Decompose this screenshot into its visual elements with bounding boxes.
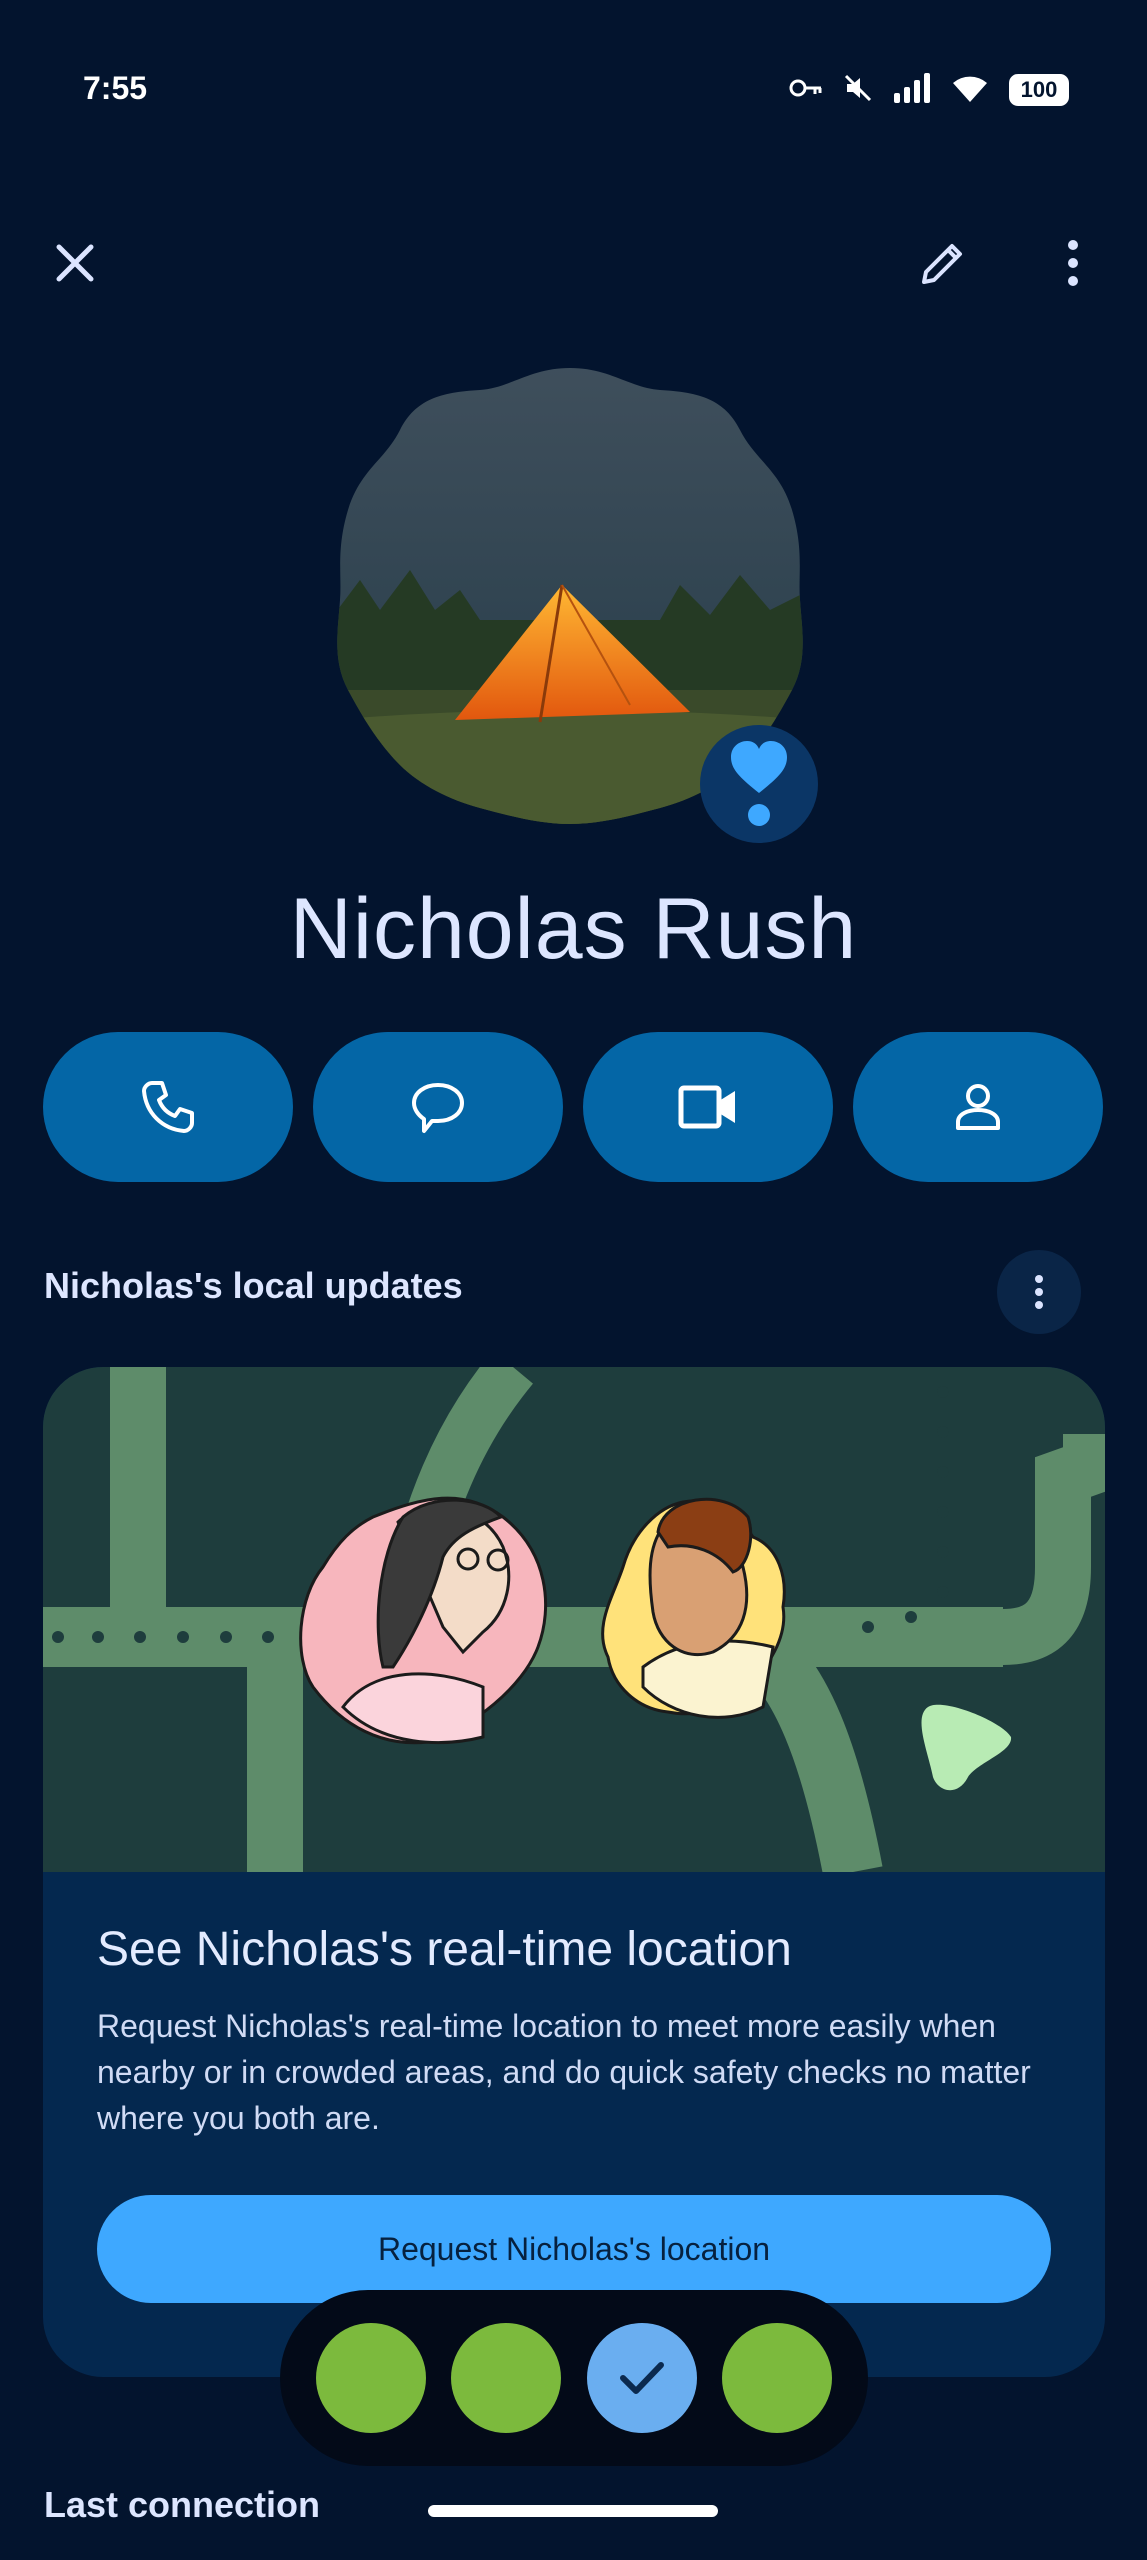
close-button[interactable]	[42, 230, 108, 296]
video-call-button[interactable]	[583, 1032, 833, 1182]
person-icon	[956, 1084, 1000, 1130]
home-indicator[interactable]	[428, 2505, 718, 2517]
chat-bubble[interactable]	[722, 2323, 833, 2433]
updates-title: Nicholas's local updates	[44, 1265, 463, 1306]
more-vert-icon	[1068, 240, 1078, 286]
favorite-badge	[700, 725, 818, 843]
chat-bubble[interactable]	[451, 2323, 562, 2433]
more-options-button[interactable]	[1040, 230, 1106, 296]
edit-button[interactable]	[910, 230, 976, 296]
chat-bubble[interactable]	[315, 2323, 426, 2433]
location-card: See Nicholas's real-time location Reques…	[43, 1367, 1105, 2377]
call-button[interactable]	[43, 1032, 293, 1182]
pencil-icon	[922, 244, 962, 284]
wifi-icon	[951, 73, 989, 108]
vpn-key-icon	[789, 76, 823, 105]
location-description: Request Nicholas's real-time location to…	[97, 2008, 1031, 2136]
video-icon	[678, 1085, 735, 1129]
last-connection-title: Last connection	[44, 2484, 321, 2525]
view-contact-button[interactable]	[853, 1032, 1103, 1182]
updates-more-button[interactable]	[997, 1250, 1081, 1334]
message-button[interactable]	[313, 1032, 563, 1182]
mute-icon	[843, 73, 873, 108]
status-time: 7:55	[83, 70, 148, 106]
status-icons: 100	[789, 68, 1069, 112]
more-vert-icon	[1035, 1275, 1043, 1309]
chat-icon	[412, 1083, 464, 1133]
battery-icon: 100	[1009, 74, 1069, 106]
chat-bubble-selected[interactable]	[586, 2323, 697, 2433]
request-location-button[interactable]: Request Nicholas's location	[97, 2195, 1051, 2303]
close-icon	[56, 244, 94, 282]
heart-exclamation-icon	[731, 741, 787, 826]
map-illustration	[43, 1367, 1105, 1872]
bubble-dock	[280, 2290, 868, 2466]
phone-icon	[142, 1081, 194, 1133]
check-icon	[619, 2362, 664, 2394]
contact-name: Nicholas Rush	[289, 881, 858, 977]
signal-icon	[893, 72, 931, 108]
location-title: See Nicholas's real-time location	[97, 1923, 792, 1976]
